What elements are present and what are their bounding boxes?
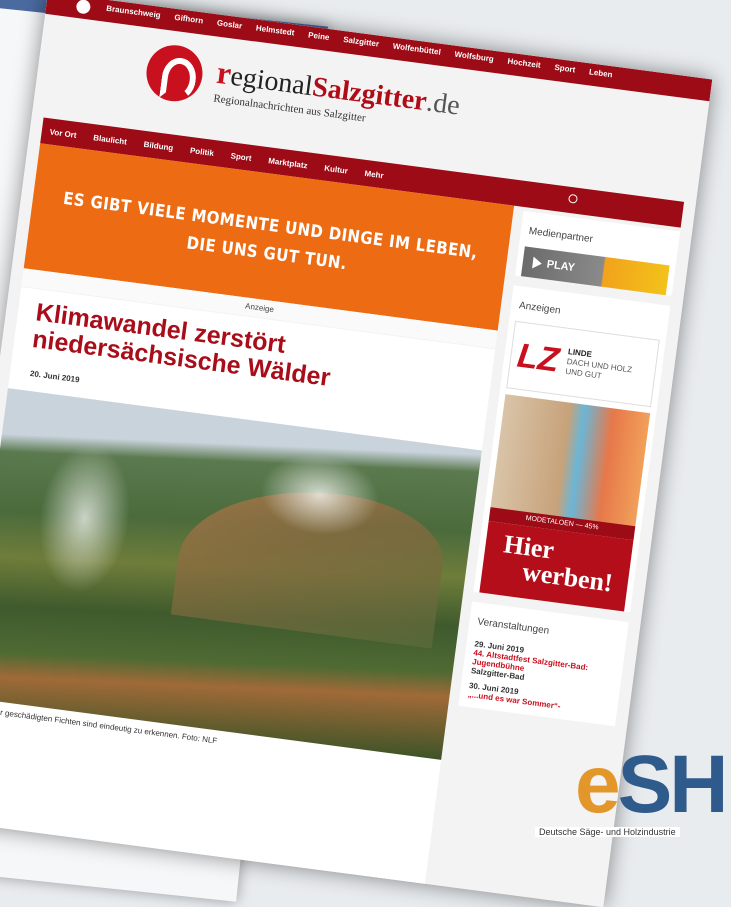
play-label: PLAY xyxy=(545,258,576,275)
widget-veranstaltungen: Veranstaltungen 29. Juni 2019 44. Altsta… xyxy=(458,601,629,727)
town-link[interactable]: Braunschweig xyxy=(106,4,161,20)
linde-logo-icon: LZ xyxy=(515,336,562,380)
nav-item-kultur[interactable]: Kultur xyxy=(324,163,349,175)
nav-item-vor-ort[interactable]: Vor Ort xyxy=(49,127,77,139)
town-link[interactable]: Leben xyxy=(589,67,614,79)
town-link[interactable]: Wolfsburg xyxy=(454,50,494,64)
nav-item-mehr[interactable]: Mehr xyxy=(364,168,384,179)
dssh-subtitle: Deutsche Säge- und Holzindustrie xyxy=(535,827,680,837)
article-photo xyxy=(0,388,482,760)
town-link[interactable]: Peine xyxy=(308,30,330,42)
town-link[interactable]: Helmstedt xyxy=(255,23,295,37)
town-link[interactable]: Sport xyxy=(554,63,576,75)
article-date: 20. Juni 2019 xyxy=(29,368,81,385)
search-icon[interactable] xyxy=(567,193,579,204)
fashion-ad[interactable]: MODETALOEN — 45% xyxy=(488,394,651,541)
town-link[interactable]: Wolfenbüttel xyxy=(392,42,441,57)
article: Klimawandel zerstört niedersächsische Wä… xyxy=(0,287,496,905)
town-link[interactable]: Salzgitter xyxy=(343,35,380,49)
nav-item-marktplatz[interactable]: Marktplatz xyxy=(268,156,308,170)
dssh-logo: eSH Deutsche Säge- und Holzindustrie xyxy=(535,744,729,837)
town-link[interactable]: Gifhorn xyxy=(174,13,204,26)
nav-item-bildung[interactable]: Bildung xyxy=(143,139,174,152)
town-link[interactable]: Goslar xyxy=(216,18,242,30)
nav-item-blaulicht[interactable]: Blaulicht xyxy=(93,133,128,146)
nav-item-politik[interactable]: Politik xyxy=(190,145,215,157)
nav-item-sport[interactable]: Sport xyxy=(230,151,252,163)
play-icon xyxy=(532,256,543,270)
town-link[interactable]: Hochzeit xyxy=(507,57,541,70)
mini-logo-icon[interactable] xyxy=(75,0,92,15)
widget-anzeigen: Anzeigen LZ LINDE DACH UND HOLZ UND GUT MO… xyxy=(473,285,671,613)
brand-logo-icon xyxy=(143,41,206,105)
